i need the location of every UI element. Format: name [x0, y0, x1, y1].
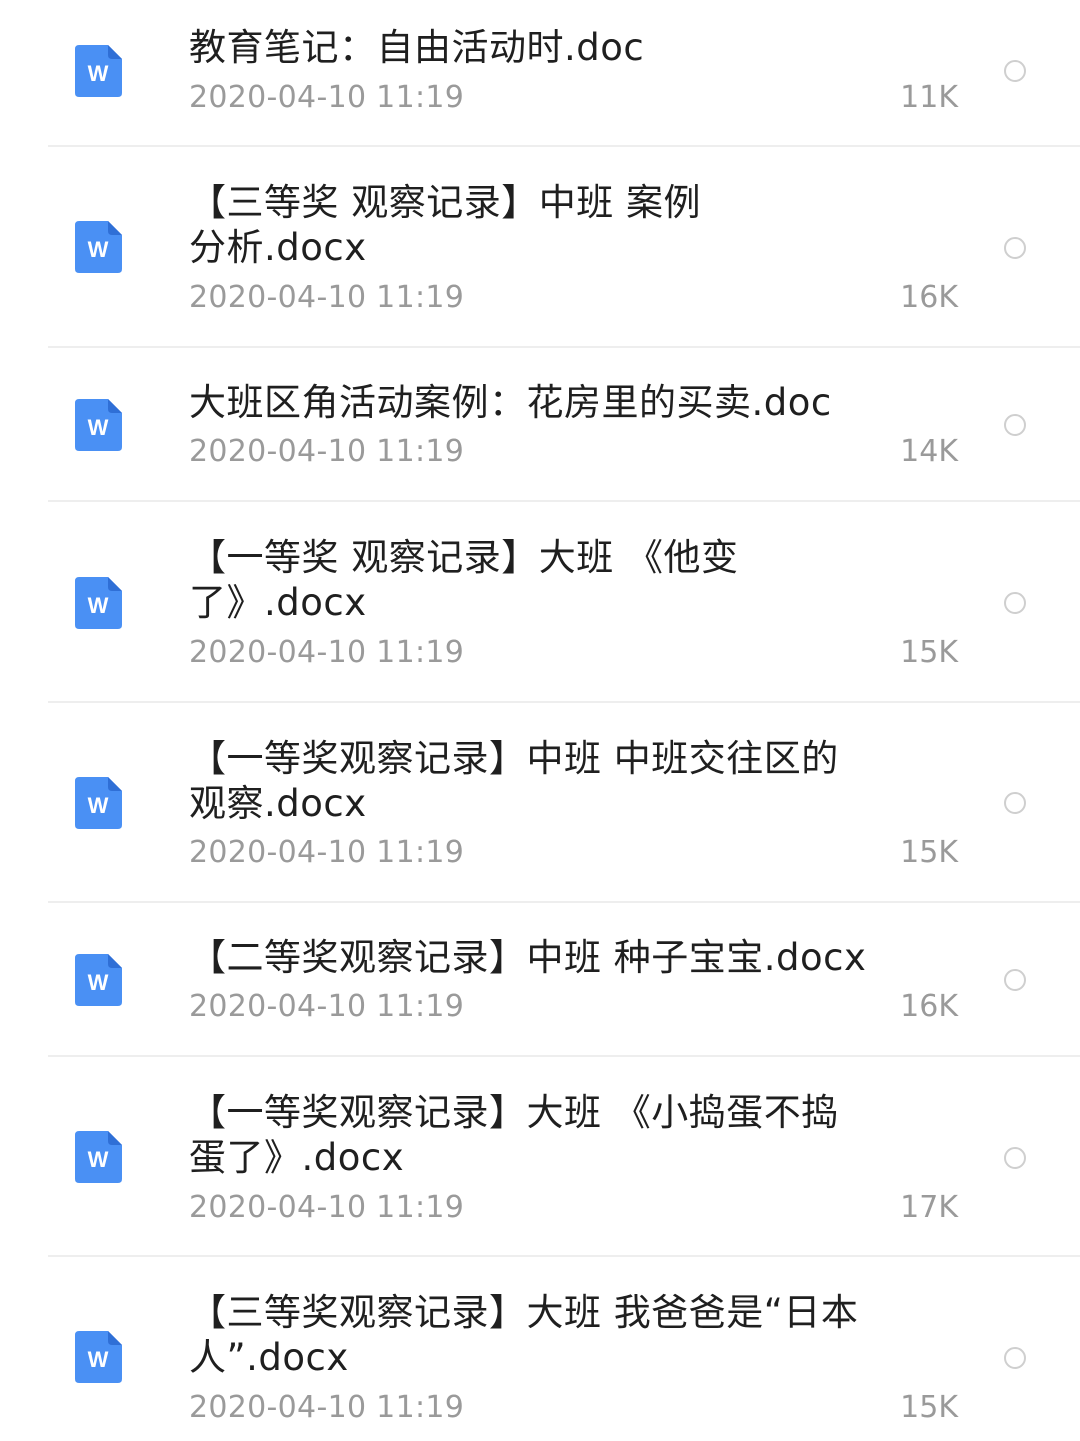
file-name: 【一等奖观察记录】大班 《小捣蛋不捣 蛋了》.docx [189, 1091, 839, 1179]
word-doc-icon: W [75, 45, 122, 97]
file-time: 2020-04-10 11:19 [189, 835, 465, 870]
file-size: 15K [900, 635, 958, 670]
select-radio[interactable] [1004, 1347, 1026, 1369]
word-doc-icon: W [75, 954, 122, 1006]
file-time: 2020-04-10 11:19 [189, 635, 465, 670]
icon-letter: W [88, 1147, 109, 1172]
file-name: 【一等奖 观察记录】大班 《他变 了》.docx [189, 536, 739, 624]
divider [48, 1055, 1080, 1057]
file-size: 17K [900, 1190, 958, 1225]
icon-letter: W [88, 61, 109, 86]
icon-letter: W [88, 970, 109, 995]
divider [48, 145, 1080, 147]
word-doc-icon: W [75, 777, 122, 829]
file-time: 2020-04-10 11:19 [189, 1190, 465, 1225]
icon-letter: W [88, 793, 109, 818]
divider [48, 346, 1080, 348]
file-name: 大班区角活动案例：花房里的买卖.doc [189, 381, 832, 424]
file-name: 【二等奖观察记录】中班 种子宝宝.docx [189, 936, 867, 979]
file-time: 2020-04-10 11:19 [189, 1390, 465, 1425]
word-doc-icon: W [75, 577, 122, 629]
select-radio[interactable] [1004, 60, 1026, 82]
file-time: 2020-04-10 11:19 [189, 989, 465, 1024]
file-time: 2020-04-10 11:19 [189, 80, 465, 115]
file-size: 15K [900, 1390, 958, 1425]
file-list: W 教育笔记：自由活动时.doc 2020-04-10 11:19 11K W … [0, 0, 1080, 1441]
icon-letter: W [88, 1347, 109, 1372]
file-name: 【一等奖观察记录】中班 中班交往区的 观察.docx [189, 737, 839, 825]
file-size: 16K [900, 280, 958, 315]
word-doc-icon: W [75, 399, 122, 451]
select-radio[interactable] [1004, 969, 1026, 991]
file-name: 【三等奖 观察记录】中班 案例 分析.docx [189, 181, 702, 269]
file-size: 11K [900, 80, 958, 115]
file-time: 2020-04-10 11:19 [189, 434, 465, 469]
icon-letter: W [88, 415, 109, 440]
select-radio[interactable] [1004, 792, 1026, 814]
file-name: 【三等奖观察记录】大班 我爸爸是“日本 人”.docx [189, 1291, 859, 1379]
file-size: 14K [900, 434, 958, 469]
select-radio[interactable] [1004, 237, 1026, 259]
file-size: 15K [900, 835, 958, 870]
word-doc-icon: W [75, 221, 122, 273]
icon-letter: W [88, 237, 109, 262]
select-radio[interactable] [1004, 414, 1026, 436]
word-doc-icon: W [75, 1331, 122, 1383]
word-doc-icon: W [75, 1131, 122, 1183]
divider [48, 1255, 1080, 1257]
divider [48, 500, 1080, 502]
select-radio[interactable] [1004, 592, 1026, 614]
divider [48, 901, 1080, 903]
divider [48, 701, 1080, 703]
file-size: 16K [900, 989, 958, 1024]
select-radio[interactable] [1004, 1147, 1026, 1169]
file-time: 2020-04-10 11:19 [189, 280, 465, 315]
file-name: 教育笔记：自由活动时.doc [189, 26, 645, 69]
icon-letter: W [88, 593, 109, 618]
